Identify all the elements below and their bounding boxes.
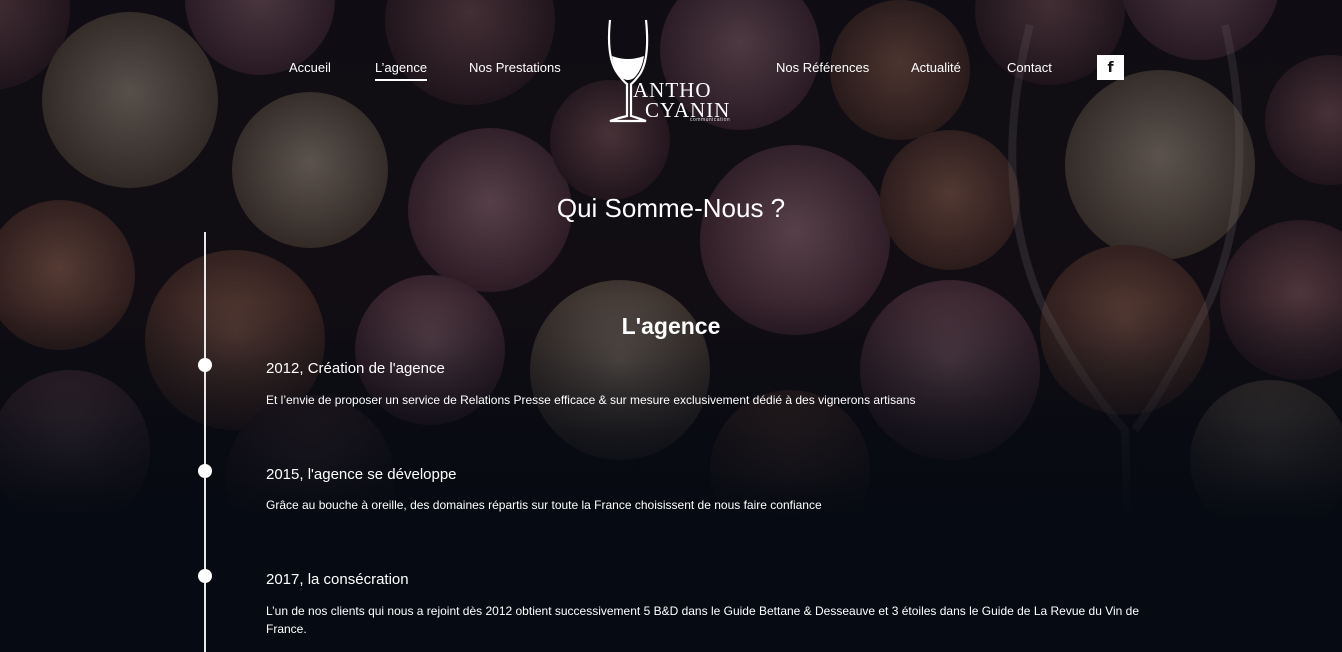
section-title: L'agence	[621, 313, 721, 339]
timeline-dot-icon	[198, 358, 212, 372]
nav-item-agence[interactable]: L’agence	[375, 60, 428, 81]
timeline-event-text: Grâce au bouche à oreille, des domaines …	[266, 498, 822, 512]
logo[interactable]: ANTHO CYANIN communication	[604, 18, 734, 128]
timeline-event-title: 2017, la consécration	[266, 571, 409, 588]
facebook-icon[interactable]: f	[1097, 55, 1124, 80]
nav-item-actualite[interactable]: Actualité	[911, 60, 961, 75]
timeline-line	[204, 232, 206, 652]
page: Accueil L’agence Nos Prestations Nos Réf…	[0, 0, 1342, 652]
nav-item-accueil[interactable]: Accueil	[289, 60, 331, 75]
nav-item-contact[interactable]: Contact	[1007, 60, 1052, 75]
page-title: Qui Somme-Nous ?	[556, 193, 786, 223]
facebook-glyph: f	[1107, 59, 1114, 76]
timeline-event-title: 2015, l'agence se développe	[266, 466, 457, 483]
timeline-event-text: L’un de nos clients qui nous a rejoint d…	[266, 604, 1140, 636]
timeline-dot-icon	[198, 569, 212, 583]
timeline-event-title: 2012, Création de l'agence	[266, 360, 445, 377]
logo-tagline: communication	[690, 117, 731, 123]
nav-item-prestations[interactable]: Nos Prestations	[469, 60, 561, 75]
timeline-event-text: Et l’envie de proposer un service de Rel…	[266, 393, 916, 407]
main-navigation: Accueil L’agence Nos Prestations Nos Réf…	[0, 0, 1342, 130]
timeline-dot-icon	[198, 464, 212, 478]
nav-item-references[interactable]: Nos Références	[776, 60, 869, 75]
